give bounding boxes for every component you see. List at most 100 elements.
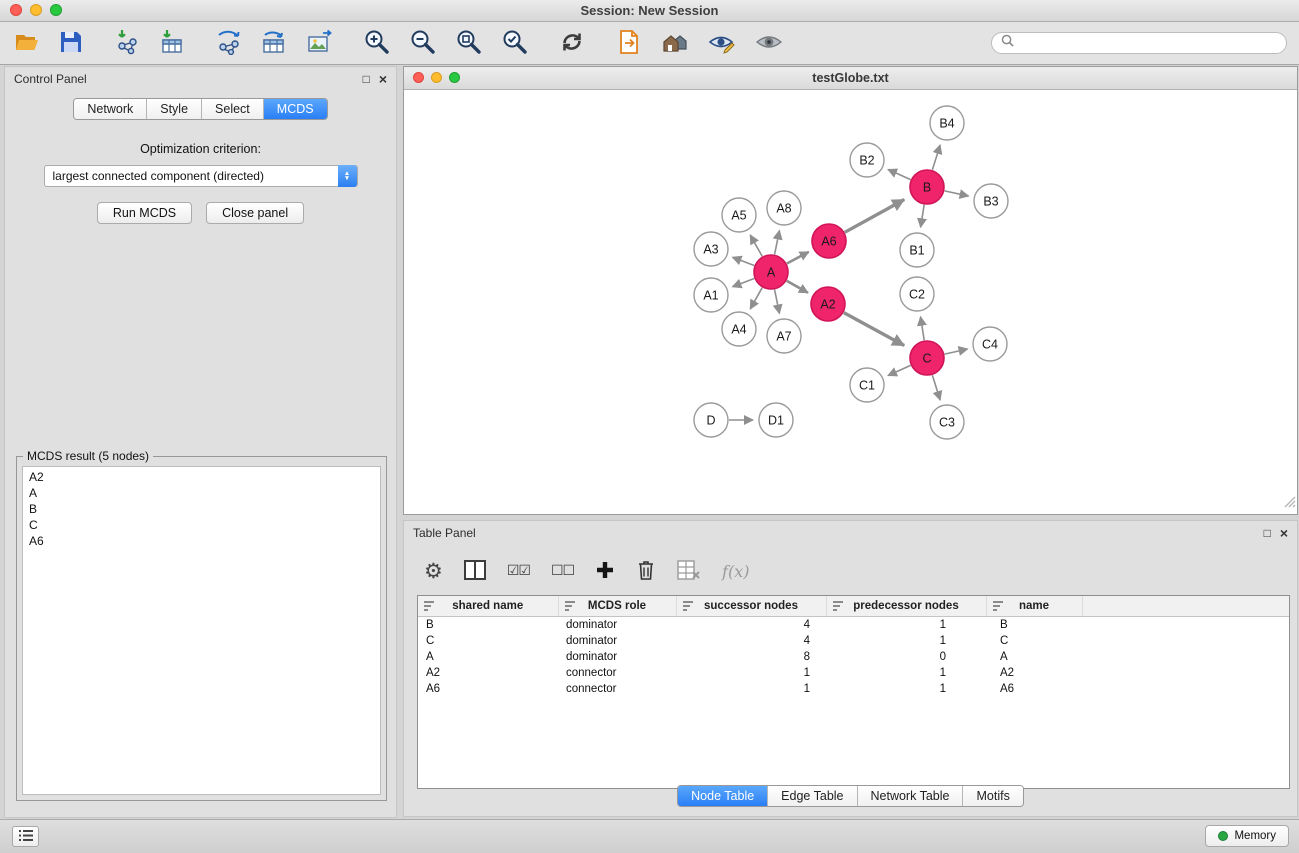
edge-C-C2[interactable] xyxy=(921,317,925,340)
table-row[interactable]: Cdominator41C xyxy=(418,633,1289,649)
node-A1[interactable]: A1 xyxy=(694,278,728,312)
table-tab-motifs[interactable]: Motifs xyxy=(963,786,1022,806)
edge-B-B3[interactable] xyxy=(945,191,969,196)
column-header-name[interactable]: name xyxy=(986,596,1082,617)
tab-mcds[interactable]: MCDS xyxy=(264,99,327,119)
close-panel-icon[interactable]: × xyxy=(379,73,387,85)
node-C2[interactable]: C2 xyxy=(900,277,934,311)
edge-A-A3[interactable] xyxy=(732,257,754,265)
delete-column-button[interactable] xyxy=(636,559,656,584)
import-table-button[interactable] xyxy=(157,27,187,60)
edge-A-A4[interactable] xyxy=(750,288,762,309)
add-column-button[interactable] xyxy=(595,560,615,583)
table-float-panel-icon[interactable]: □ xyxy=(1264,527,1271,539)
column-header-shared-name[interactable]: shared name xyxy=(418,596,558,617)
node-B3[interactable]: B3 xyxy=(974,184,1008,218)
edge-B-B4[interactable] xyxy=(932,145,940,170)
table-tab-edge-table[interactable]: Edge Table xyxy=(768,786,857,806)
node-B[interactable]: B xyxy=(910,170,944,204)
column-header-predecessor-nodes[interactable]: predecessor nodes xyxy=(826,596,986,617)
node-B2[interactable]: B2 xyxy=(850,143,884,177)
show-columns-button[interactable] xyxy=(464,560,486,583)
edge-A6-B[interactable] xyxy=(845,200,904,233)
node-C1[interactable]: C1 xyxy=(850,368,884,402)
result-item[interactable]: B xyxy=(23,501,380,517)
zoom-selected-button[interactable] xyxy=(499,26,530,60)
memory-button[interactable]: Memory xyxy=(1205,825,1289,847)
node-A4[interactable]: A4 xyxy=(722,312,756,346)
close-window-button[interactable] xyxy=(10,4,22,16)
edge-A-A2[interactable] xyxy=(787,281,808,293)
network-minimize-button[interactable] xyxy=(431,72,442,83)
minimize-window-button[interactable] xyxy=(30,4,42,16)
node-A6[interactable]: A6 xyxy=(812,224,846,258)
edge-A-A1[interactable] xyxy=(732,278,754,286)
zoom-window-button[interactable] xyxy=(50,4,62,16)
zoom-in-button[interactable] xyxy=(361,26,392,60)
node-C[interactable]: C xyxy=(910,341,944,375)
import-network-button[interactable] xyxy=(112,27,142,60)
node-A[interactable]: A xyxy=(754,255,788,289)
edge-A2-C[interactable] xyxy=(844,313,904,346)
result-item[interactable]: A xyxy=(23,485,380,501)
home-button[interactable] xyxy=(659,27,691,60)
panel-menu-button[interactable] xyxy=(12,826,39,847)
network-zoom-button[interactable] xyxy=(449,72,460,83)
node-B4[interactable]: B4 xyxy=(930,106,964,140)
save-session-button[interactable] xyxy=(57,28,85,59)
node-A3[interactable]: A3 xyxy=(694,232,728,266)
edge-C-C4[interactable] xyxy=(945,349,968,354)
result-item[interactable]: A6 xyxy=(23,533,380,549)
node-A5[interactable]: A5 xyxy=(722,198,756,232)
table-tab-network-table[interactable]: Network Table xyxy=(858,786,964,806)
edge-A-A5[interactable] xyxy=(750,235,762,256)
deselect-all-button[interactable]: ☐☐ xyxy=(551,563,574,579)
node-D[interactable]: D xyxy=(694,403,728,437)
refresh-layout-button[interactable] xyxy=(557,27,587,60)
edge-A-A7[interactable] xyxy=(775,290,780,314)
table-close-panel-icon[interactable]: × xyxy=(1280,527,1288,539)
result-item[interactable]: C xyxy=(23,517,380,533)
result-item[interactable]: A2 xyxy=(23,469,380,485)
edge-A-A8[interactable] xyxy=(775,231,780,255)
column-header-mcds-role[interactable]: MCDS role xyxy=(558,596,676,617)
resize-grip-icon[interactable] xyxy=(1284,495,1296,513)
export-image-button[interactable] xyxy=(304,27,334,60)
table-row[interactable]: A6connector11A6 xyxy=(418,681,1289,697)
column-header-successor-nodes[interactable]: successor nodes xyxy=(676,596,826,617)
edge-C-C3[interactable] xyxy=(932,375,940,400)
edge-B-B1[interactable] xyxy=(921,205,925,228)
node-C4[interactable]: C4 xyxy=(973,327,1007,361)
node-B1[interactable]: B1 xyxy=(900,233,934,267)
open-session-button[interactable] xyxy=(12,27,42,60)
network-canvas[interactable]: B4B2BB3A8A5A6A3B1AC2A1A2A4A7C4CC1DD1C3 xyxy=(404,90,1297,514)
criterion-dropdown[interactable]: largest connected component (directed) ▲… xyxy=(44,165,358,187)
node-A7[interactable]: A7 xyxy=(767,319,801,353)
close-panel-button[interactable]: Close panel xyxy=(206,202,304,224)
zoom-out-button[interactable] xyxy=(407,26,438,60)
network-close-button[interactable] xyxy=(413,72,424,83)
float-panel-icon[interactable]: □ xyxy=(363,73,370,85)
node-A8[interactable]: A8 xyxy=(767,191,801,225)
edge-C-C1[interactable] xyxy=(888,365,911,375)
edge-A-A6[interactable] xyxy=(787,252,809,264)
tab-style[interactable]: Style xyxy=(147,99,202,119)
tab-network[interactable]: Network xyxy=(74,99,147,119)
run-mcds-button[interactable]: Run MCDS xyxy=(97,202,192,224)
table-row[interactable]: Adominator80A xyxy=(418,649,1289,665)
export-network-button[interactable] xyxy=(214,27,244,60)
mcds-result-list[interactable]: A2ABCA6 xyxy=(22,466,381,795)
tab-select[interactable]: Select xyxy=(202,99,264,119)
zoom-fit-button[interactable] xyxy=(453,26,484,60)
export-document-button[interactable] xyxy=(614,27,644,60)
search-input[interactable] xyxy=(1019,35,1277,51)
node-A2[interactable]: A2 xyxy=(811,287,845,321)
visual-styles-button[interactable] xyxy=(706,27,738,60)
table-row[interactable]: Bdominator41B xyxy=(418,617,1289,634)
table-tab-node-table[interactable]: Node Table xyxy=(678,786,768,806)
export-table-button[interactable] xyxy=(259,27,289,60)
show-hide-button[interactable] xyxy=(753,28,785,59)
table-settings-button[interactable]: ⚙ xyxy=(424,560,443,582)
node-D1[interactable]: D1 xyxy=(759,403,793,437)
table-row[interactable]: A2connector11A2 xyxy=(418,665,1289,681)
